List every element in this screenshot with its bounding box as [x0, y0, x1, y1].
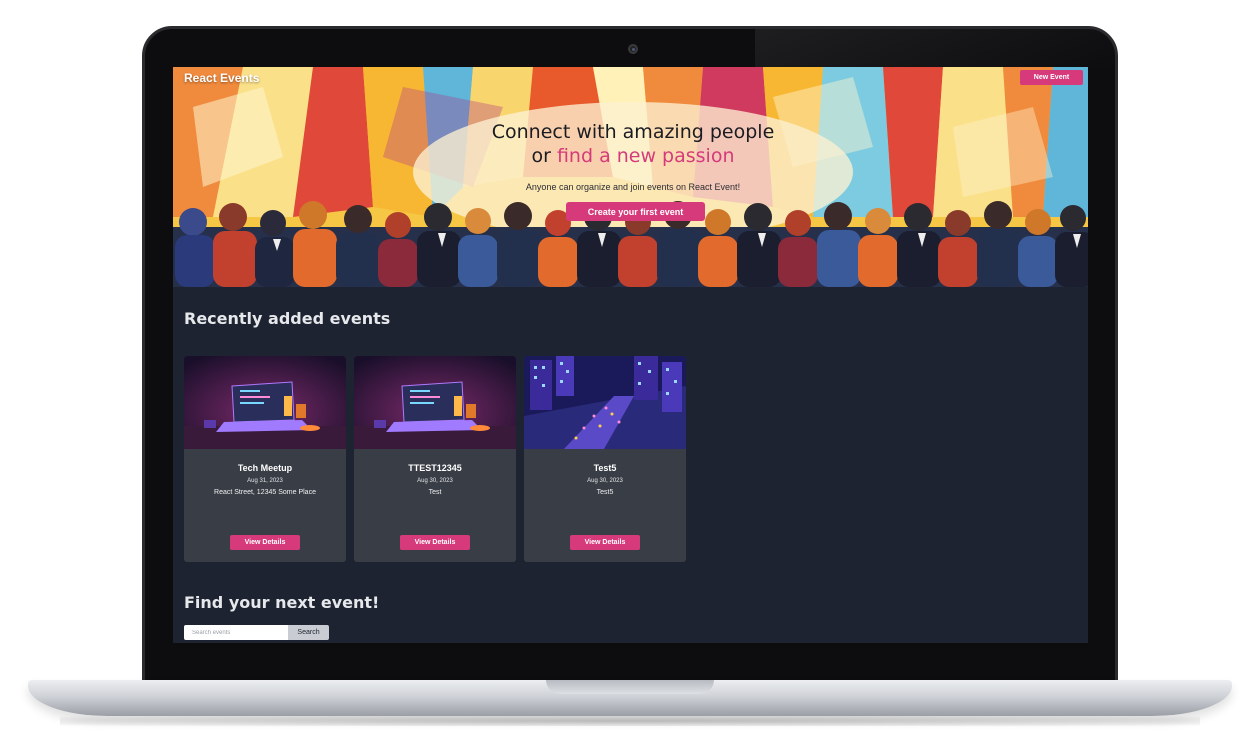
event-date: Aug 30, 2023: [417, 478, 453, 484]
laptop-base: [28, 680, 1232, 716]
event-card-list: Tech Meetup Aug 31, 2023 React Street, 1…: [184, 356, 686, 562]
search-input[interactable]: [184, 625, 288, 640]
view-details-button[interactable]: View Details: [230, 535, 300, 550]
search-button[interactable]: Search: [288, 625, 329, 640]
event-location: Test: [428, 489, 442, 496]
crowd-illustration: [173, 67, 1088, 287]
browser-screen: React Events New Event Connect with amaz…: [173, 67, 1088, 643]
laptop-illustration-image: [184, 356, 346, 449]
event-title[interactable]: Test5: [524, 463, 686, 473]
event-location: Test5: [596, 489, 614, 496]
event-card: TTEST12345 Aug 30, 2023 Test View Detail…: [354, 356, 516, 562]
view-details-button[interactable]: View Details: [400, 535, 470, 550]
event-location: React Street, 12345 Some Place: [214, 489, 316, 496]
camera-icon: [628, 44, 638, 54]
hero-headline-line1: Connect with amazing people: [491, 121, 775, 143]
event-title[interactable]: Tech Meetup: [184, 463, 346, 473]
create-first-event-button[interactable]: Create your first event: [566, 202, 705, 221]
find-events-heading: Find your next event!: [184, 593, 380, 612]
brand-logo[interactable]: React Events: [184, 71, 259, 85]
hero-subline: Anyone can organize and join events on R…: [525, 182, 741, 192]
laptop-notch: [546, 680, 714, 694]
new-event-button[interactable]: New Event: [1020, 70, 1083, 85]
city-night-illustration-image: [524, 356, 686, 449]
view-details-button[interactable]: View Details: [570, 535, 640, 550]
event-date: Aug 31, 2023: [247, 478, 283, 484]
laptop-mockup: React Events New Event Connect with amaz…: [0, 0, 1260, 756]
event-card: Test5 Aug 30, 2023 Test5 View Details: [524, 356, 686, 562]
hero-headline-accent: find a new passion: [556, 145, 735, 167]
event-date: Aug 30, 2023: [587, 478, 623, 484]
event-title[interactable]: TTEST12345: [354, 463, 516, 473]
hero-headline: Connect with amazing people or find a ne…: [433, 120, 833, 168]
event-card: Tech Meetup Aug 31, 2023 React Street, 1…: [184, 356, 346, 562]
recent-events-heading: Recently added events: [184, 309, 391, 328]
search-bar: Search: [184, 625, 329, 640]
hero-headline-prefix: or: [531, 145, 557, 167]
hero-banner: React Events New Event Connect with amaz…: [173, 67, 1088, 287]
laptop-illustration-image: [354, 356, 516, 449]
